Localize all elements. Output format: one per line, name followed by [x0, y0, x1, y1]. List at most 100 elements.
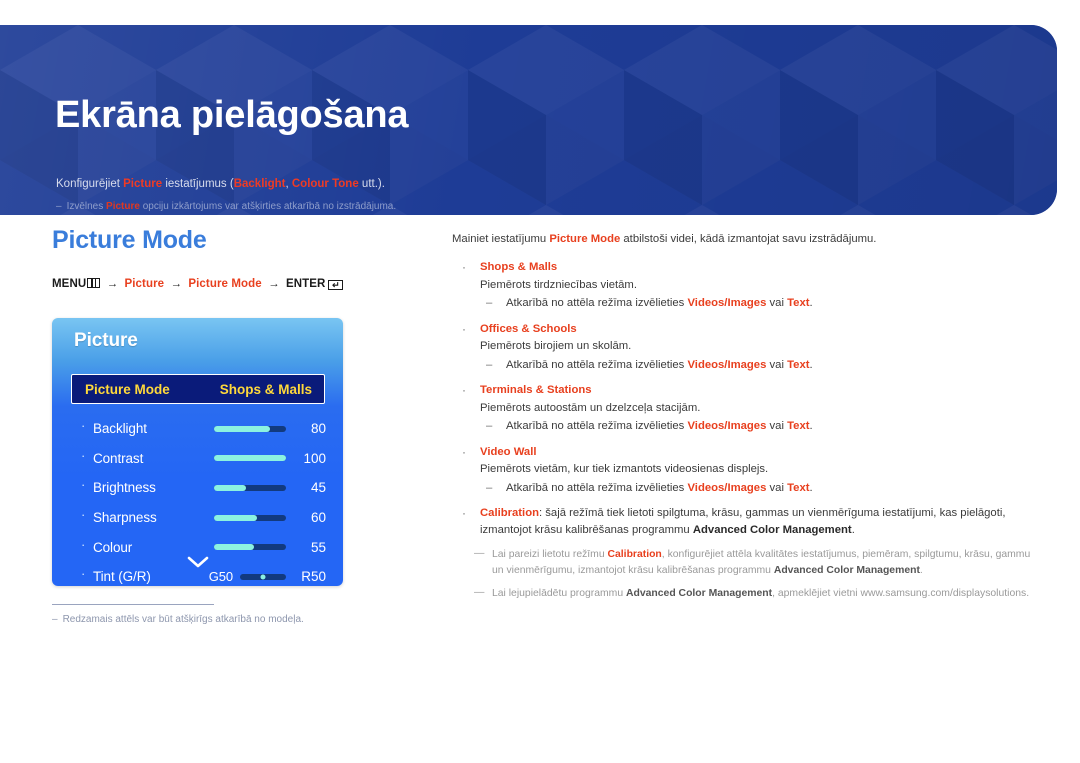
mode-description: Piemērots birojiem un skolām.	[480, 340, 632, 353]
subtitle-pre: Konfigurējiet	[56, 178, 124, 190]
calibration-paragraph: Calibration: šajā režīmā tiek lietoti sp…	[480, 505, 1044, 538]
intro-keyword-picture-mode: Picture Mode	[549, 233, 621, 245]
note1-keyword-calibration: Calibration	[607, 549, 662, 561]
osd-row-contrast[interactable]: · Contrast 100	[52, 444, 343, 474]
calibration-note-2: — Lai lejupielādētu programmu Advanced Co…	[452, 586, 1044, 602]
osd-row-brightness[interactable]: · Brightness 45	[52, 473, 343, 503]
section-title: Picture Mode	[52, 226, 207, 254]
osd-row-value: 100	[303, 450, 326, 466]
osd-slider-tint[interactable]	[240, 573, 286, 580]
subnote-keyword-text: Text	[787, 297, 810, 310]
enter-label: ENTER	[285, 278, 326, 290]
osd-row-label: Brightness	[93, 480, 156, 496]
note-pre: Izvēlnes	[66, 201, 107, 212]
subnote-pre: Atkarībā no attēla režīma izvēlieties	[506, 358, 688, 371]
mode-description: Piemērots autoostām un dzelzceļa stacijā…	[480, 401, 701, 414]
mode-item-video-wall: · Video Wall Piemērots vietām, kur tiek …	[452, 444, 1044, 496]
osd-row-bullet: ·	[81, 477, 86, 493]
mode-title: Shops & Malls	[480, 261, 558, 274]
bullet-dot-icon: ·	[462, 260, 466, 275]
subnote-keyword-videos-images: Videos/Images	[687, 481, 767, 494]
intro-paragraph: Mainiet iestatījumu Picture Mode atbilst…	[452, 231, 1044, 247]
osd-slider-brightness[interactable]	[214, 484, 286, 491]
subnote-pre: Atkarībā no attēla režīma izvēlieties	[506, 481, 688, 494]
bullet-dot-icon: ·	[462, 321, 466, 336]
note1-bold-acm: Advanced Color Management	[773, 564, 920, 576]
subnote-keyword-text: Text	[787, 481, 810, 494]
mode-title: Terminals & Stations	[480, 384, 592, 397]
page-header-banner: Ekrāna pielāgošana Konfigurējiet Picture…	[0, 25, 1057, 215]
osd-row-bullet: ·	[81, 507, 86, 523]
note-emdash-icon: —	[474, 548, 485, 560]
subnote-pre: Atkarībā no attēla režīma izvēlieties	[506, 420, 688, 433]
footnote-dash-icon: ‒	[52, 614, 58, 625]
menu-path-breadcrumb: MENU → Picture → Picture Mode → ENTER ↵	[52, 278, 432, 290]
subtitle-keyword-backlight: Backlight	[233, 178, 286, 190]
bullet-dot-icon: ·	[462, 444, 466, 459]
osd-row-value: 55	[310, 539, 326, 555]
osd-row-backlight[interactable]: · Backlight 80	[52, 414, 343, 444]
enter-key-icon: ↵	[328, 280, 344, 290]
menu-label: MENU	[52, 278, 87, 290]
subnote-mid: vai	[766, 358, 788, 371]
mode-item-calibration: · Calibration: šajā režīmā tiek lietoti …	[452, 505, 1044, 538]
osd-slider-colour[interactable]	[214, 544, 286, 551]
osd-slider-backlight[interactable]	[214, 425, 286, 432]
mode-title: Offices & Schools	[480, 322, 577, 335]
osd-slider-contrast[interactable]	[214, 455, 286, 462]
intro-post: atbilstoši videi, kādā izmantojat savu i…	[620, 233, 877, 245]
footnote-text-row: ‒ Redzamais attēls var būt atšķirīgs atka…	[52, 614, 382, 625]
calibration-note-1: — Lai pareizi lietotu režīmu Calibration,…	[452, 547, 1044, 578]
mode-item-shops-malls: · Shops & Malls Piemērots tirdzniecības …	[452, 259, 1044, 311]
subnote-mid: vai	[766, 420, 788, 433]
osd-panel-title: Picture	[74, 330, 138, 351]
subnote-dash-icon: ‒	[486, 420, 493, 433]
osd-row-picture-mode-selected[interactable]: Picture Mode Shops & Malls	[71, 374, 325, 404]
osd-row-label: Backlight	[93, 421, 147, 437]
mode-title: Calibration	[480, 507, 539, 520]
note2-post: , apmeklējiet vietni www.samsung.com/dis…	[772, 588, 1030, 600]
subnote-post: .	[809, 297, 813, 310]
subnote-dash-icon: ‒	[486, 297, 493, 310]
chevron-down-icon[interactable]	[52, 555, 343, 573]
footnote-divider	[52, 604, 214, 605]
breadcrumb-arrow-3: →	[268, 278, 280, 290]
osd-selected-value: Shops & Malls	[219, 381, 312, 397]
breadcrumb-step-picture-mode: Picture Mode	[188, 278, 262, 290]
mode-subnote: ‒ Atkarībā no attēla režīma izvēlieties V…	[480, 357, 1044, 373]
osd-row-value: 80	[310, 421, 326, 437]
breadcrumb-arrow-2: →	[170, 278, 183, 290]
note2-bold-acm: Advanced Color Management	[626, 588, 773, 600]
note-post: opciju izkārtojums var atšķirties atkarī…	[139, 201, 397, 212]
left-footnote: ‒ Redzamais attēls var būt atšķirīgs atka…	[52, 604, 382, 625]
osd-picture-menu-panel: Picture Picture Mode Shops & Malls · Bac…	[52, 318, 343, 586]
mode-description: Piemērots vietām, kur tiek izmantots vid…	[480, 463, 769, 476]
subnote-dash-icon: ‒	[486, 481, 493, 494]
osd-row-label: Contrast	[93, 450, 144, 466]
bullet-dot-icon: ·	[462, 383, 466, 398]
subnote-mid: vai	[766, 481, 788, 494]
right-column: Mainiet iestatījumu Picture Mode atbilst…	[452, 231, 1044, 602]
osd-row-sharpness[interactable]: · Sharpness 60	[52, 503, 343, 533]
subnote-post: .	[809, 481, 813, 494]
subnote-keyword-text: Text	[787, 358, 810, 371]
subnote-keyword-text: Text	[787, 420, 810, 433]
mode-item-offices-schools: · Offices & Schools Piemērots birojiem u…	[452, 321, 1044, 373]
osd-slider-sharpness[interactable]	[214, 514, 286, 521]
subtitle-post: utt.).	[358, 178, 385, 190]
subtitle-keyword-picture: Picture	[123, 178, 163, 190]
subnote-keyword-videos-images: Videos/Images	[687, 297, 767, 310]
mode-subnote: ‒ Atkarībā no attēla režīma izvēlieties V…	[480, 418, 1044, 434]
subtitle-mid: iestatījumus (	[162, 178, 234, 190]
subtitle-keyword-colour-tone: Colour Tone	[291, 178, 359, 190]
subnote-dash-icon: ‒	[486, 358, 493, 371]
breadcrumb-step-picture: Picture	[124, 278, 165, 290]
osd-row-label: Sharpness	[93, 510, 157, 526]
page-title: Ekrāna pielāgošana	[55, 94, 409, 136]
osd-row-value: 60	[310, 510, 326, 526]
mode-title: Video Wall	[480, 445, 537, 458]
left-column: Picture Mode MENU → Picture → Picture Mo…	[52, 228, 432, 290]
subnote-mid: vai	[766, 297, 788, 310]
subnote-keyword-videos-images: Videos/Images	[687, 420, 767, 433]
mode-description: Piemērots tirdzniecības vietām.	[480, 278, 637, 291]
